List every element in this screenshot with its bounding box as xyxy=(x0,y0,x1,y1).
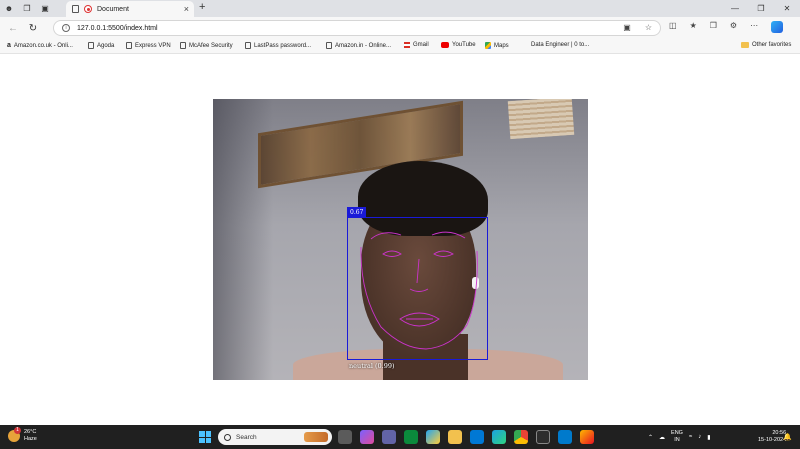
site-info-icon[interactable]: i xyxy=(62,24,70,32)
notifications-icon[interactable]: 🔔 xyxy=(783,433,792,441)
wifi-icon[interactable]: ≈ xyxy=(689,434,692,440)
face-bounding-box xyxy=(347,217,488,360)
clock[interactable]: 20:56 15-10-2024 xyxy=(758,430,786,444)
copilot-icon[interactable] xyxy=(771,21,784,33)
tab-actions-icon[interactable]: ▣ xyxy=(36,0,54,17)
amazon-icon: a xyxy=(7,42,11,49)
window-controls: — ❐ ✕ xyxy=(722,0,800,17)
taskbar: 1 26°C Haze Search ⌃ ☁ ENG IN ≈ ♪ ▮ 20:5… xyxy=(0,425,800,449)
file-explorer-icon[interactable] xyxy=(448,430,462,444)
extra-app-icon[interactable] xyxy=(580,430,594,444)
bookmark-express-vpn[interactable]: Express VPN xyxy=(126,42,171,49)
title-bar: ☻ ❐ ▣ Document × + — ❐ ✕ xyxy=(0,0,800,17)
copilot-app-icon[interactable] xyxy=(360,430,374,444)
photos-icon[interactable] xyxy=(426,430,440,444)
document-icon xyxy=(72,5,79,13)
close-tab-icon[interactable]: × xyxy=(184,4,189,14)
volume-icon[interactable]: ♪ xyxy=(698,434,701,440)
page-icon xyxy=(126,42,132,49)
bookmark-lastpass[interactable]: LastPass password... xyxy=(245,42,311,49)
detection-score: 0.67 xyxy=(347,207,367,218)
page-icon xyxy=(88,42,94,49)
recording-icon xyxy=(84,5,92,13)
show-hidden-icons[interactable]: ⌃ xyxy=(648,434,653,441)
camera-in-use-icon[interactable]: ▣ xyxy=(623,23,631,32)
temperature: 26°C xyxy=(24,429,37,435)
start-button[interactable] xyxy=(199,431,211,443)
refresh-button[interactable]: ↻ xyxy=(26,23,40,34)
language-code: ENG xyxy=(671,430,683,436)
language-indicator[interactable]: ENG IN xyxy=(671,430,683,444)
favorites-icon[interactable]: ★ xyxy=(690,21,697,33)
maps-icon xyxy=(485,42,491,49)
onedrive-icon[interactable]: ☁ xyxy=(659,434,665,441)
date: 15-10-2024 xyxy=(758,437,787,443)
weather-condition: Haze xyxy=(24,436,37,442)
taskbar-search[interactable]: Search xyxy=(218,429,332,445)
bookmark-maps[interactable]: Maps xyxy=(485,42,509,49)
system-tray: ⌃ ☁ ENG IN ≈ ♪ ▮ xyxy=(648,430,711,444)
page-icon xyxy=(326,42,332,49)
search-highlight-icon xyxy=(304,432,328,442)
address-bar-row: ← ↻ i 127.0.0.1:5500/index.html ▣ ☆ ◫ ★ … xyxy=(0,17,800,39)
new-tab-button[interactable]: + xyxy=(199,1,205,13)
folder-icon xyxy=(741,42,749,48)
more-menu-icon[interactable]: ⋯ xyxy=(750,21,758,33)
time: 20:56 xyxy=(772,430,787,436)
profile-icon[interactable]: ☻ xyxy=(0,0,18,17)
bookmark-amazon-in[interactable]: Amazon.in - Online... xyxy=(326,42,391,49)
split-screen-icon[interactable]: ◫ xyxy=(669,21,677,33)
chrome-icon[interactable] xyxy=(514,430,528,444)
bookmark-agoda[interactable]: Agoda xyxy=(88,42,114,49)
pinned-apps xyxy=(338,430,594,444)
region-code: IN xyxy=(674,437,680,443)
bookmark-mcafee[interactable]: McAfee Security xyxy=(180,42,233,49)
tab-title: Document xyxy=(97,5,129,13)
task-view-icon[interactable] xyxy=(338,430,352,444)
favorite-star-icon[interactable]: ☆ xyxy=(645,23,652,32)
expression-label: neutral (0.99) xyxy=(349,362,395,370)
bookmark-other-favorites[interactable]: Other favorites xyxy=(741,42,791,48)
terminal-icon[interactable] xyxy=(536,430,550,444)
search-icon xyxy=(224,433,231,441)
minimize-button[interactable]: — xyxy=(722,0,748,17)
page-icon xyxy=(245,42,251,49)
gmail-icon xyxy=(404,42,410,48)
edge-icon[interactable] xyxy=(492,430,506,444)
teams-icon[interactable] xyxy=(382,430,396,444)
weather-widget[interactable]: 1 26°C Haze xyxy=(8,427,37,443)
url-text[interactable]: 127.0.0.1:5500/index.html xyxy=(77,25,158,32)
chat-app-icon[interactable] xyxy=(404,430,418,444)
weather-icon: 1 xyxy=(8,427,21,442)
back-button[interactable]: ← xyxy=(6,23,20,34)
bookmark-youtube[interactable]: YouTube xyxy=(441,42,476,48)
bookmarks-bar: a Amazon.co.uk - Onli... Agoda Express VP… xyxy=(0,39,800,54)
webcam-video: 0.67 neutral (0.99) xyxy=(213,99,588,380)
close-window-button[interactable]: ✕ xyxy=(774,0,800,17)
page-content: 0.67 neutral (0.99) xyxy=(0,55,800,425)
collections-icon[interactable]: ❒ xyxy=(710,21,717,33)
vscode-icon[interactable] xyxy=(558,430,572,444)
bookmark-amazon-uk[interactable]: a Amazon.co.uk - Onli... xyxy=(7,42,73,49)
page-icon xyxy=(180,42,186,49)
store-icon[interactable] xyxy=(470,430,484,444)
search-placeholder: Search xyxy=(236,433,257,441)
address-bar[interactable]: i 127.0.0.1:5500/index.html ▣ ☆ xyxy=(53,20,661,36)
battery-icon[interactable]: ▮ xyxy=(707,434,710,441)
extensions-icon[interactable]: ⚙ xyxy=(730,21,737,33)
notification-badge: 1 xyxy=(14,427,21,434)
bookmark-data-engineer[interactable]: Data Engineer | 0 to... xyxy=(531,42,589,48)
restore-button[interactable]: ❐ xyxy=(748,0,774,17)
workspaces-icon[interactable]: ❐ xyxy=(18,0,36,17)
tab-document[interactable]: Document × xyxy=(66,1,194,17)
youtube-icon xyxy=(441,42,449,48)
bookmark-gmail[interactable]: Gmail xyxy=(404,42,429,48)
